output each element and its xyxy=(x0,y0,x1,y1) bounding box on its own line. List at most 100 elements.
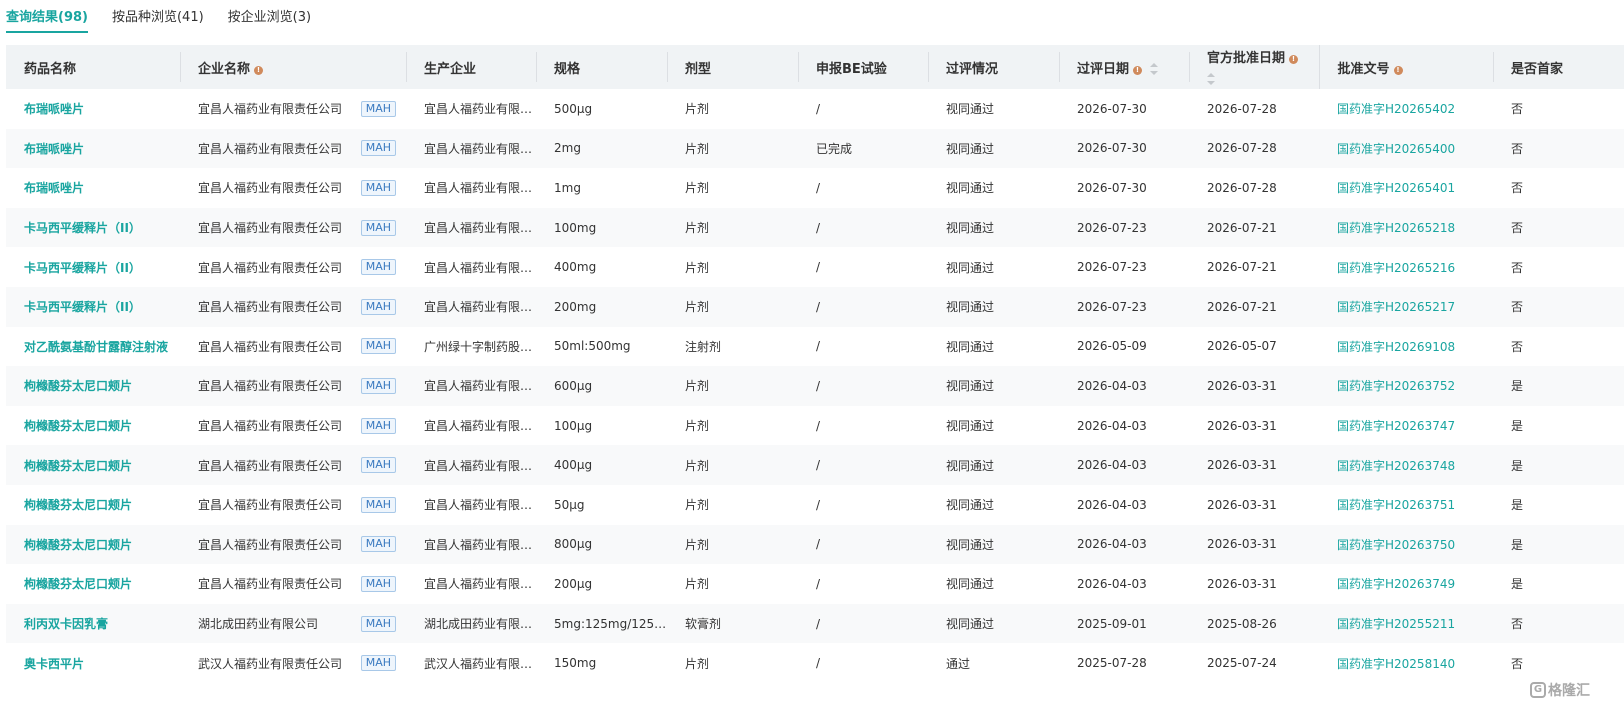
approval-number-link[interactable]: 国药准字H20258140 xyxy=(1319,643,1493,683)
approval-date: 2026-03-31 xyxy=(1207,418,1277,433)
table-row[interactable]: 枸橼酸芬太尼口颊片 宜昌人福药业有限责任公司 MAH 宜昌人福药业有限责任公司 100μ… xyxy=(6,406,1624,446)
be-trial: 已完成 xyxy=(816,141,853,156)
table-row[interactable]: 枸橼酸芬太尼口颊片 宜昌人福药业有限责任公司 MAH 宜昌人福药业有限责任公司 600μ… xyxy=(6,366,1624,406)
drug-name-link[interactable]: 枸橼酸芬太尼口颊片 xyxy=(6,406,180,446)
drug-name-link[interactable]: 卡马西平缓释片（II） xyxy=(6,208,180,248)
approval-number-link[interactable]: 国药准字H20263751 xyxy=(1319,485,1493,525)
mah-badge: MAH xyxy=(360,575,396,592)
dosage-form: 片剂 xyxy=(685,141,710,156)
evaluation-status: 视同通过 xyxy=(946,260,995,275)
table-row[interactable]: 利丙双卡因乳膏 湖北成田药业有限公司 MAH 湖北成田药业有限公司 5mg:125mg/… xyxy=(6,603,1624,644)
first-filer: 是 xyxy=(1511,537,1524,552)
table-row[interactable]: 布瑞哌唑片 宜昌人福药业有限责任公司 MAH 宜昌人福药业有限责任公司 1mg 片剂 / 视同… xyxy=(6,168,1624,208)
dosage-form: 片剂 xyxy=(685,458,710,473)
manufacturer: 宜昌人福药业有限责任公司 xyxy=(424,577,536,592)
col-manufacturer: 生产企业 xyxy=(406,45,536,89)
first-filer: 否 xyxy=(1511,260,1524,275)
sort-icon[interactable] xyxy=(1207,73,1215,85)
drug-name-link[interactable]: 布瑞哌唑片 xyxy=(6,129,180,169)
col-eval-date[interactable]: 过评日期! xyxy=(1059,45,1189,89)
approval-number-link[interactable]: 国药准字H20263747 xyxy=(1319,406,1493,446)
company-cell: 宜昌人福药业有限责任公司 MAH xyxy=(180,168,406,208)
manufacturer: 广州绿十字制药股份有限公司 xyxy=(424,339,536,354)
company-cell: 宜昌人福药业有限责任公司 MAH xyxy=(180,366,406,406)
eval-date: 2026-04-03 xyxy=(1077,458,1147,473)
drug-name-link[interactable]: 利丙双卡因乳膏 xyxy=(6,604,180,644)
company-name: 宜昌人福药业有限责任公司 xyxy=(198,102,343,117)
evaluation-status: 视同通过 xyxy=(946,102,995,117)
table-row[interactable]: 布瑞哌唑片 宜昌人福药业有限责任公司 MAH 宜昌人福药业有限责任公司 500μg 片剂 /… xyxy=(6,89,1624,129)
drug-name-link[interactable]: 枸橼酸芬太尼口颊片 xyxy=(6,485,180,525)
approval-number-link[interactable]: 国药准字H20265216 xyxy=(1319,247,1493,287)
eval-date: 2026-04-03 xyxy=(1077,537,1147,552)
drug-name-link[interactable]: 布瑞哌唑片 xyxy=(6,168,180,208)
mah-badge: MAH xyxy=(360,615,396,632)
table-row[interactable]: 枸橼酸芬太尼口颊片 宜昌人福药业有限责任公司 MAH 宜昌人福药业有限责任公司 50μg… xyxy=(6,485,1624,525)
eval-date: 2026-05-09 xyxy=(1077,339,1147,354)
approval-number-link[interactable]: 国药准字H20265218 xyxy=(1319,208,1493,248)
tab-query-results[interactable]: 查询结果(98) xyxy=(6,0,88,33)
table-row[interactable]: 奥卡西平片 武汉人福药业有限责任公司 MAH 武汉人福药业有限责任公司 150mg 片剂 /… xyxy=(6,643,1624,683)
dosage-form: 片剂 xyxy=(685,260,710,275)
sort-icon[interactable] xyxy=(1150,62,1159,75)
first-filer: 否 xyxy=(1511,102,1524,117)
approval-date: 2026-03-31 xyxy=(1207,576,1277,591)
drug-name-link[interactable]: 枸橼酸芬太尼口颊片 xyxy=(6,445,180,485)
result-tabs: 查询结果(98) 按品种浏览(41) 按企业浏览(3) xyxy=(0,0,1624,33)
info-icon[interactable]: ! xyxy=(1289,55,1299,64)
col-approval-date[interactable]: 官方批准日期! xyxy=(1189,45,1319,89)
approval-number-link[interactable]: 国药准字H20263752 xyxy=(1319,366,1493,406)
approval-number-link[interactable]: 国药准字H20263750 xyxy=(1319,525,1493,565)
drug-name-link[interactable]: 枸橼酸芬太尼口颊片 xyxy=(6,564,180,604)
table-row[interactable]: 枸橼酸芬太尼口颊片 宜昌人福药业有限责任公司 MAH 宜昌人福药业有限责任公司 400μ… xyxy=(6,445,1624,485)
table-row[interactable]: 卡马西平缓释片（II） 宜昌人福药业有限责任公司 MAH 宜昌人福药业有限责任公司 20… xyxy=(6,286,1624,327)
table-row[interactable]: 对乙酰氨基酚甘露醇注射液 宜昌人福药业有限责任公司 MAH 广州绿十字制药股份有限公司… xyxy=(6,327,1624,367)
be-trial: / xyxy=(816,299,821,314)
tab-browse-by-company[interactable]: 按企业浏览(3) xyxy=(228,0,311,33)
approval-number-link[interactable]: 国药准字H20263749 xyxy=(1319,564,1493,604)
manufacturer: 宜昌人福药业有限责任公司 xyxy=(424,498,536,513)
table-row[interactable]: 卡马西平缓释片（II） 宜昌人福药业有限责任公司 MAH 宜昌人福药业有限责任公司 10… xyxy=(6,207,1624,248)
results-table-container: 药品名称 企业名称! 生产企业 规格 剂型 申报BE试验 过评情况 过评日期! … xyxy=(6,45,1624,706)
mah-badge: MAH xyxy=(360,338,396,355)
approval-date: 2026-07-28 xyxy=(1207,180,1277,195)
eval-date: 2026-07-23 xyxy=(1077,260,1147,275)
be-trial: / xyxy=(816,616,821,631)
info-icon[interactable]: ! xyxy=(1393,65,1403,75)
drug-name-link[interactable]: 奥卡西平片 xyxy=(6,643,180,683)
drug-name-link[interactable]: 布瑞哌唑片 xyxy=(6,89,180,129)
approval-number-link[interactable]: 国药准字H20265400 xyxy=(1319,129,1493,169)
tab-browse-by-variety[interactable]: 按品种浏览(41) xyxy=(112,0,204,33)
first-filer: 否 xyxy=(1511,181,1524,196)
eval-date: 2026-07-30 xyxy=(1077,141,1147,156)
spec: 50ml:500mg xyxy=(554,339,631,354)
drug-name-link[interactable]: 对乙酰氨基酚甘露醇注射液 xyxy=(6,327,180,367)
table-row[interactable]: 卡马西平缓释片（II） 宜昌人福药业有限责任公司 MAH 宜昌人福药业有限责任公司 40… xyxy=(6,247,1624,287)
info-icon[interactable]: ! xyxy=(254,65,264,75)
mah-badge: MAH xyxy=(360,140,396,157)
spec: 400mg xyxy=(554,260,597,275)
drug-name-link[interactable]: 卡马西平缓释片（II） xyxy=(6,287,180,327)
first-filer: 是 xyxy=(1511,498,1524,513)
table-row[interactable]: 布瑞哌唑片 宜昌人福药业有限责任公司 MAH 宜昌人福药业有限责任公司 2mg 片剂 已完成… xyxy=(6,128,1624,169)
info-icon[interactable]: ! xyxy=(1133,65,1143,75)
approval-number-link[interactable]: 国药准字H20265401 xyxy=(1319,168,1493,208)
table-row[interactable]: 枸橼酸芬太尼口颊片 宜昌人福药业有限责任公司 MAH 宜昌人福药业有限责任公司 200μ… xyxy=(6,564,1624,604)
drug-name-link[interactable]: 卡马西平缓释片（II） xyxy=(6,247,180,287)
drug-name-link[interactable]: 枸橼酸芬太尼口颊片 xyxy=(6,366,180,406)
first-filer: 否 xyxy=(1511,339,1524,354)
approval-number-link[interactable]: 国药准字H20265217 xyxy=(1319,287,1493,327)
drug-name-link[interactable]: 枸橼酸芬太尼口颊片 xyxy=(6,525,180,565)
be-trial: / xyxy=(816,260,821,275)
approval-number-link[interactable]: 国药准字H20269108 xyxy=(1319,327,1493,367)
approval-number-link[interactable]: 国药准字H20263748 xyxy=(1319,445,1493,485)
company-cell: 宜昌人福药业有限责任公司 MAH xyxy=(180,525,406,565)
evaluation-status: 通过 xyxy=(946,656,971,671)
eval-date: 2026-07-23 xyxy=(1077,299,1147,314)
approval-number-link[interactable]: 国药准字H20255211 xyxy=(1319,604,1493,644)
first-filer: 是 xyxy=(1511,419,1524,434)
table-row[interactable]: 枸橼酸芬太尼口颊片 宜昌人福药业有限责任公司 MAH 宜昌人福药业有限责任公司 800μ… xyxy=(6,524,1624,565)
evaluation-status: 视同通过 xyxy=(946,537,995,552)
approval-number-link[interactable]: 国药准字H20265402 xyxy=(1319,89,1493,129)
first-filer: 否 xyxy=(1511,141,1524,156)
